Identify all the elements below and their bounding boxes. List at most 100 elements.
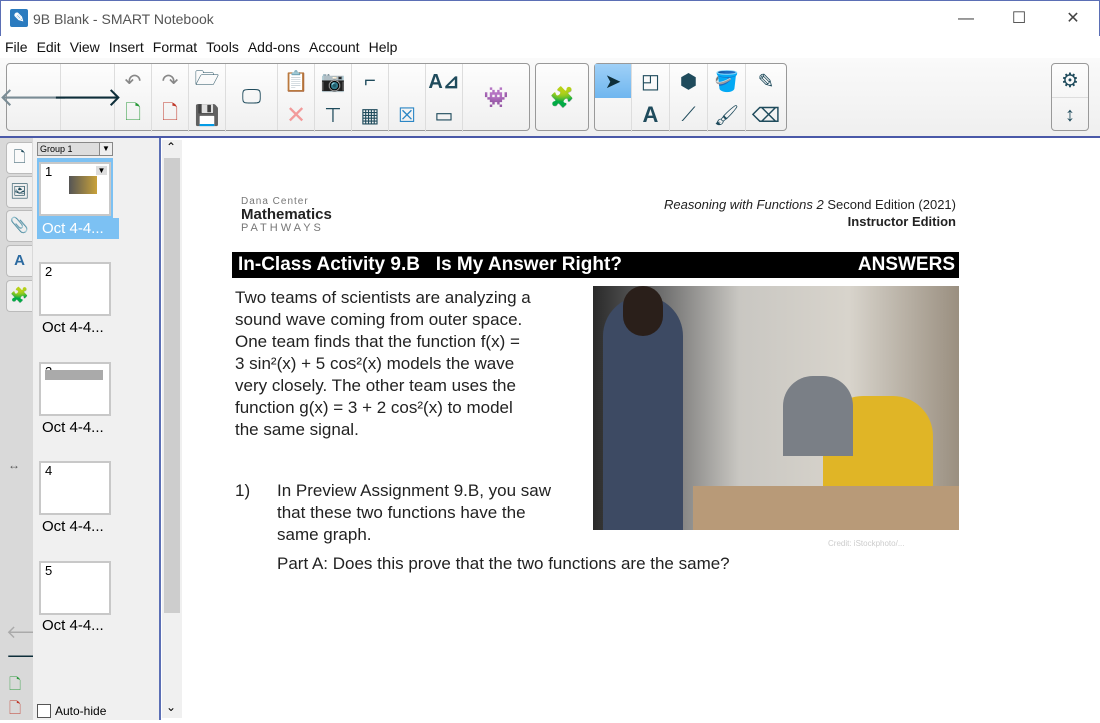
photo-person-grey [783, 376, 853, 456]
paste-button[interactable]: 📋 [278, 64, 315, 98]
page-label-4[interactable]: Oct 4-4... [37, 516, 119, 537]
full-screen-button[interactable]: ⊤ [315, 98, 352, 132]
save-button[interactable]: 💾 [189, 98, 226, 132]
minimize-button[interactable]: — [951, 7, 981, 31]
menu-view[interactable]: View [66, 36, 104, 55]
undo-button[interactable]: ↶ [115, 64, 152, 98]
cursor-icon: ➤ [604, 70, 622, 93]
checkbox[interactable] [37, 704, 51, 718]
scroll-down-icon[interactable]: ⌄ [166, 700, 176, 714]
menu-file[interactable]: File [1, 36, 32, 55]
tab-properties[interactable]: A [6, 245, 32, 277]
answers-label: ANSWERS [857, 254, 955, 275]
puzzle-icon: 🧩 [10, 287, 29, 304]
page-thumbnail-3[interactable]: 3 [39, 362, 111, 416]
classroom-photo [593, 286, 959, 530]
text-line: that these two functions have the [277, 503, 526, 522]
toolbar: 🡐 🡒 ↶ ↷ 🗁 🗋 🗋 💾 🖵 📋 📷 ⌐ A⊿ ✕ ⊤ ▦ ☒ ▭ 👾 🧩… [0, 58, 1100, 138]
move-toolbar-button[interactable]: ↕ [1052, 98, 1088, 132]
regular-polygons-tool[interactable]: ⬢ [670, 64, 708, 98]
maximize-button[interactable]: ☐ [1004, 7, 1034, 31]
menu-format[interactable]: Format [149, 36, 201, 55]
settings-button[interactable]: ⚙ [1052, 64, 1088, 98]
sidebar-tabs: 🗋 🖼 📎 A 🧩 ↔ 🡐 🡒 🗋 🗋 [0, 138, 54, 723]
paint-bucket-icon: 🪣 [714, 70, 739, 93]
activity-button[interactable]: ☒ [389, 98, 426, 132]
paste-icon: 📋 [283, 70, 309, 93]
drawing-tools-group: ➤ ◰ ⬢ 🪣 ✎ A ⟋ 🖌 ⌫ [594, 63, 787, 132]
save-icon: 💾 [194, 104, 220, 127]
menu-tools[interactable]: Tools [202, 36, 243, 55]
tab-add-ons[interactable]: 🧩 [6, 280, 32, 312]
close-button[interactable]: ✕ [1058, 7, 1088, 31]
page-label-1[interactable]: Oct 4-4... [37, 218, 119, 239]
add-page-side-button[interactable]: 🗋 [9, 674, 21, 699]
fill-tool[interactable]: 🪣 [708, 64, 746, 98]
page-thumbnail-2[interactable]: 2 [39, 262, 111, 316]
screen-capture-button[interactable]: 📷 [315, 64, 352, 98]
delete-page-button[interactable]: 🗋 [152, 98, 189, 132]
group-dropdown[interactable]: Group 1 ▼ [37, 142, 113, 156]
hexagon-icon: ⬢ [679, 70, 698, 93]
eraser-tool[interactable]: ⌫ [746, 98, 786, 132]
page-number: 5 [45, 563, 53, 578]
monitor-icon: 🖵 [241, 85, 262, 108]
next-page-button[interactable]: 🡒 [53, 64, 122, 130]
delete-page-side-button[interactable]: 🗋 [9, 698, 21, 723]
puzzle-icon: 🧩 [549, 86, 575, 109]
select-tool[interactable]: ➤ [595, 64, 632, 98]
add-page-button[interactable]: 🗋 [115, 98, 152, 132]
menu-edit[interactable]: Edit [33, 36, 65, 55]
paperclip-icon: 📎 [10, 217, 29, 234]
line-tool[interactable]: ⟋ [670, 98, 708, 132]
title-bar: ✎ 9B Blank - SMART Notebook — ☐ ✕ [0, 0, 1100, 36]
tab-attachments[interactable]: 📎 [6, 210, 32, 242]
delete-button[interactable]: ✕ [278, 98, 315, 132]
menu-account[interactable]: Account [305, 36, 364, 55]
edition: Second Edition (2021) [823, 197, 956, 212]
page-label-5[interactable]: Oct 4-4... [37, 615, 119, 636]
page-label-2[interactable]: Oct 4-4... [37, 317, 119, 338]
page-thumbnail-4[interactable]: 4 [39, 461, 111, 515]
page-label-3[interactable]: Oct 4-4... [37, 417, 119, 438]
text-line: 3 sin²(x) + 5 cos²(x) models the wave [235, 354, 515, 373]
page-thumbnail-1[interactable]: 1 ▼ [39, 162, 111, 216]
empty-slot [389, 64, 426, 98]
add-ons-button[interactable]: 🧩 [536, 64, 588, 130]
arrow-right-icon: 🡒 [52, 81, 123, 112]
thumbnail-image [69, 176, 97, 194]
eraser-icon: ⌫ [751, 104, 781, 127]
measurement-tools-button[interactable]: A⊿ [426, 64, 463, 98]
menu-add-ons[interactable]: Add-ons [244, 36, 304, 55]
auto-hide-checkbox[interactable]: Auto-hide [37, 704, 106, 718]
add-on-button[interactable]: 👾 [463, 64, 529, 130]
tab-gallery[interactable]: 🖼 [6, 176, 32, 208]
text-tool[interactable]: A [632, 98, 670, 132]
page-thumbnail-5[interactable]: 5 [39, 561, 111, 615]
page-number: 1 [45, 164, 53, 179]
instructor-edition: Instructor Edition [847, 214, 956, 229]
vertical-scrollbar[interactable]: ⌃ ⌄ [162, 140, 182, 718]
menu-help[interactable]: Help [365, 36, 402, 55]
screen-shade-button[interactable]: 🖵 [226, 64, 278, 130]
thumbnail-menu-icon[interactable]: ▼ [96, 166, 107, 175]
gear-icon: ⚙ [1061, 70, 1079, 92]
scroll-up-icon[interactable]: ⌃ [166, 140, 176, 154]
video-icon: ▭ [434, 104, 454, 127]
scrollbar-thumb[interactable] [164, 158, 180, 613]
tab-page-sorter[interactable]: 🗋 [6, 142, 32, 174]
window-title: 9B Blank - SMART Notebook [33, 11, 214, 27]
add-page-icon: 🗋 [9, 676, 22, 693]
folder-icon: 🗁 [194, 68, 220, 90]
insert-table-button[interactable]: ▦ [352, 98, 389, 132]
calligraphy-tool[interactable]: 🖌 [708, 98, 746, 132]
document-camera-button[interactable]: ⌐ [352, 64, 389, 98]
thumbnail-bar [45, 370, 103, 380]
menu-insert[interactable]: Insert [105, 36, 148, 55]
resize-arrows-icon[interactable]: ↔ [8, 458, 20, 472]
pen-tool[interactable]: ✎ [746, 64, 786, 98]
open-file-button[interactable]: 🗁 [189, 64, 226, 98]
redo-button[interactable]: ↷ [152, 64, 189, 98]
shapes-tool[interactable]: ◰ [632, 64, 670, 98]
record-button[interactable]: ▭ [426, 98, 463, 132]
